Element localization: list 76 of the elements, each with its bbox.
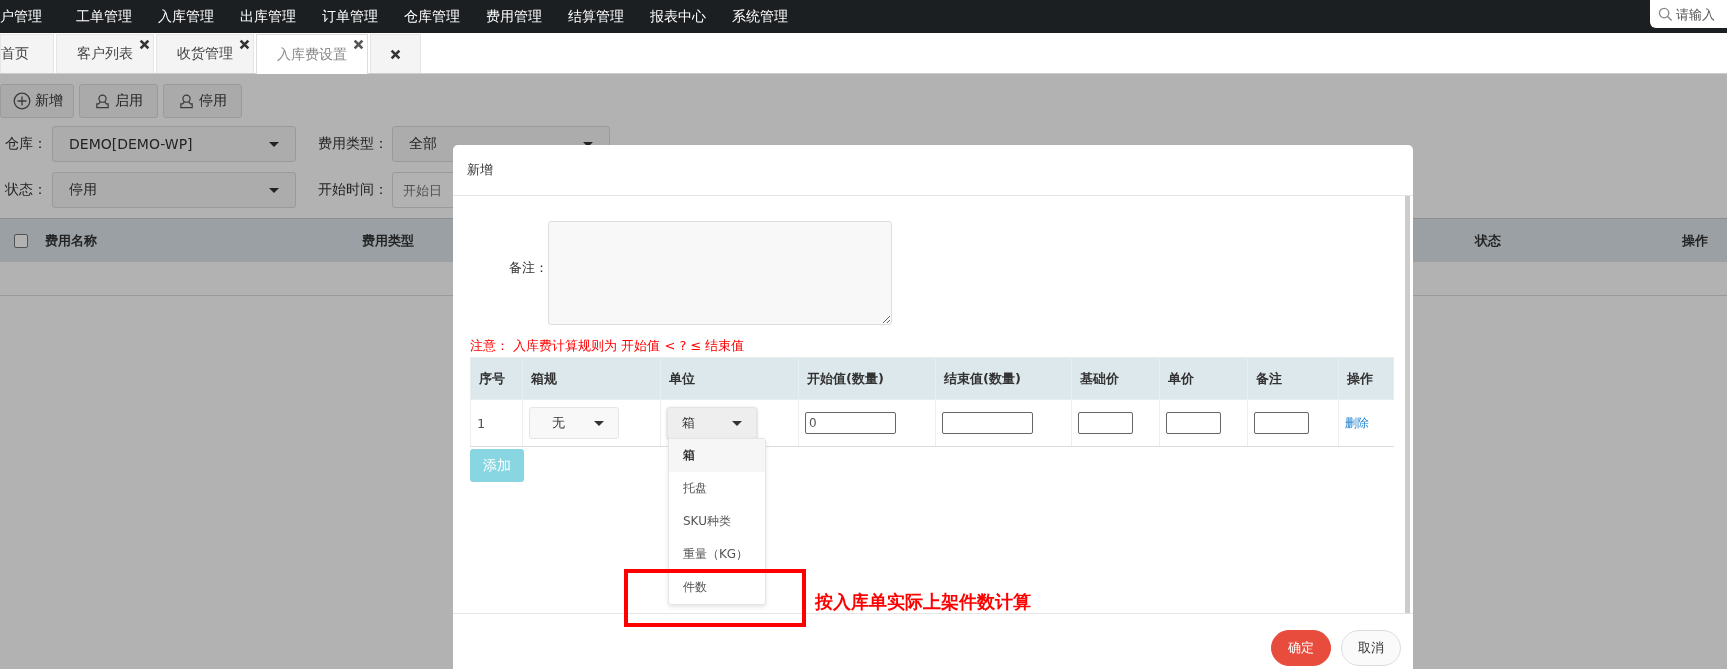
filter-label: 开始时间： xyxy=(318,181,389,199)
caret-icon xyxy=(269,187,279,193)
toolbar-button[interactable]: 新增 xyxy=(0,84,74,118)
dialog-button[interactable]: 确定 xyxy=(1271,630,1331,666)
dropdown-option[interactable]: 托盘 xyxy=(669,472,765,505)
column-header: 单位 xyxy=(660,357,799,400)
base-price-input[interactable] xyxy=(1078,412,1133,434)
toolbar-button[interactable]: 启用 xyxy=(79,84,158,118)
dropdown-option[interactable]: 件数 xyxy=(669,571,765,604)
filter-select[interactable]: DEMO[DEMO-WP] xyxy=(52,126,296,162)
column-header: 箱规 xyxy=(522,357,661,400)
nav-menu-item[interactable]: 报表中心 xyxy=(650,7,706,26)
page-tab[interactable]: 客户列表 xyxy=(56,34,154,73)
nav-menu-item[interactable]: 入库管理 xyxy=(158,7,214,26)
nav-menu-item[interactable]: 结算管理 xyxy=(568,7,624,26)
nav-menu-item[interactable]: 户管理 xyxy=(0,7,42,26)
unit-select[interactable]: 箱 xyxy=(667,407,757,439)
toolbar-button[interactable]: 停用 xyxy=(163,84,242,118)
dialog-button[interactable]: 取消 xyxy=(1341,630,1401,666)
dropdown-option[interactable]: 箱 xyxy=(669,439,765,472)
select-all-checkbox[interactable] xyxy=(14,233,28,248)
dropdown-option[interactable]: 重量（KG） xyxy=(669,538,765,571)
close-icon[interactable] xyxy=(390,48,401,60)
unit-price-input[interactable] xyxy=(1166,412,1221,434)
page-tab[interactable]: 首页 xyxy=(0,34,54,73)
column-header: 序号 xyxy=(470,357,523,400)
dropdown-option[interactable]: SKU种类 xyxy=(669,505,765,538)
field-label: 备注： xyxy=(508,259,548,277)
column-header: 费用名称 xyxy=(45,231,97,250)
annotation-text: 按入库单实际上架件数计算 xyxy=(815,590,1031,614)
nav-menu-item[interactable]: 工单管理 xyxy=(76,7,132,26)
column-header: 结束值(数量) xyxy=(935,357,1072,400)
tab-label: 首页 xyxy=(1,45,29,63)
tab-label: 客户列表 xyxy=(77,45,133,63)
tab-label: 收货管理 xyxy=(177,45,233,63)
column-header: 操作 xyxy=(1338,357,1394,400)
caret-icon xyxy=(594,420,604,426)
plus-circle-icon xyxy=(13,92,31,110)
scrollbar[interactable] xyxy=(1405,196,1410,613)
nav-menu-item[interactable]: 仓库管理 xyxy=(404,7,460,26)
nav-menu-item[interactable]: 系统管理 xyxy=(732,7,788,26)
start-value-input[interactable]: 0 xyxy=(805,412,896,434)
close-icon[interactable] xyxy=(353,39,364,50)
caret-icon xyxy=(732,420,742,426)
nav-menu-item[interactable]: 出库管理 xyxy=(240,7,296,26)
column-header: 备注 xyxy=(1247,357,1339,400)
user-icon xyxy=(94,92,111,110)
page-tab[interactable]: 入库费设置 xyxy=(256,34,368,74)
column-header: 开始值(数量) xyxy=(798,357,936,400)
caret-icon xyxy=(269,141,279,147)
remark-input[interactable] xyxy=(1254,412,1309,434)
tab-label: 入库费设置 xyxy=(277,45,347,64)
user-icon xyxy=(178,92,195,110)
end-value-input[interactable] xyxy=(942,412,1033,434)
filter-label: 仓库： xyxy=(4,135,48,153)
column-header: 状态 xyxy=(1475,231,1501,250)
close-icon[interactable] xyxy=(239,39,250,50)
search-field[interactable]: 请输入 xyxy=(1650,0,1727,28)
row-number: 1 xyxy=(477,415,486,431)
nav-menu-item[interactable]: 订单管理 xyxy=(322,7,378,26)
delete-link[interactable]: 删除 xyxy=(1345,415,1369,430)
filter-label: 费用类型： xyxy=(318,135,389,153)
page-tab[interactable]: 收货管理 xyxy=(156,34,254,73)
column-header: 费用类型 xyxy=(362,231,414,250)
filter-select[interactable]: 停用 xyxy=(52,172,296,208)
column-header: 操作 xyxy=(1682,231,1708,250)
nav-menu-item[interactable]: 费用管理 xyxy=(486,7,542,26)
close-icon[interactable] xyxy=(139,39,150,50)
page-tab[interactable] xyxy=(370,34,421,73)
column-header: 基础价 xyxy=(1071,357,1160,400)
dialog-title: 新增 xyxy=(467,161,493,179)
notice-text: 注意： 入库费计算规则为 开始值 < ? ≤ 结束值 xyxy=(470,337,746,355)
column-header: 单价 xyxy=(1159,357,1248,400)
search-icon xyxy=(1658,6,1673,22)
box-spec-select[interactable]: 无 xyxy=(529,407,619,439)
filter-label: 状态： xyxy=(4,181,48,199)
